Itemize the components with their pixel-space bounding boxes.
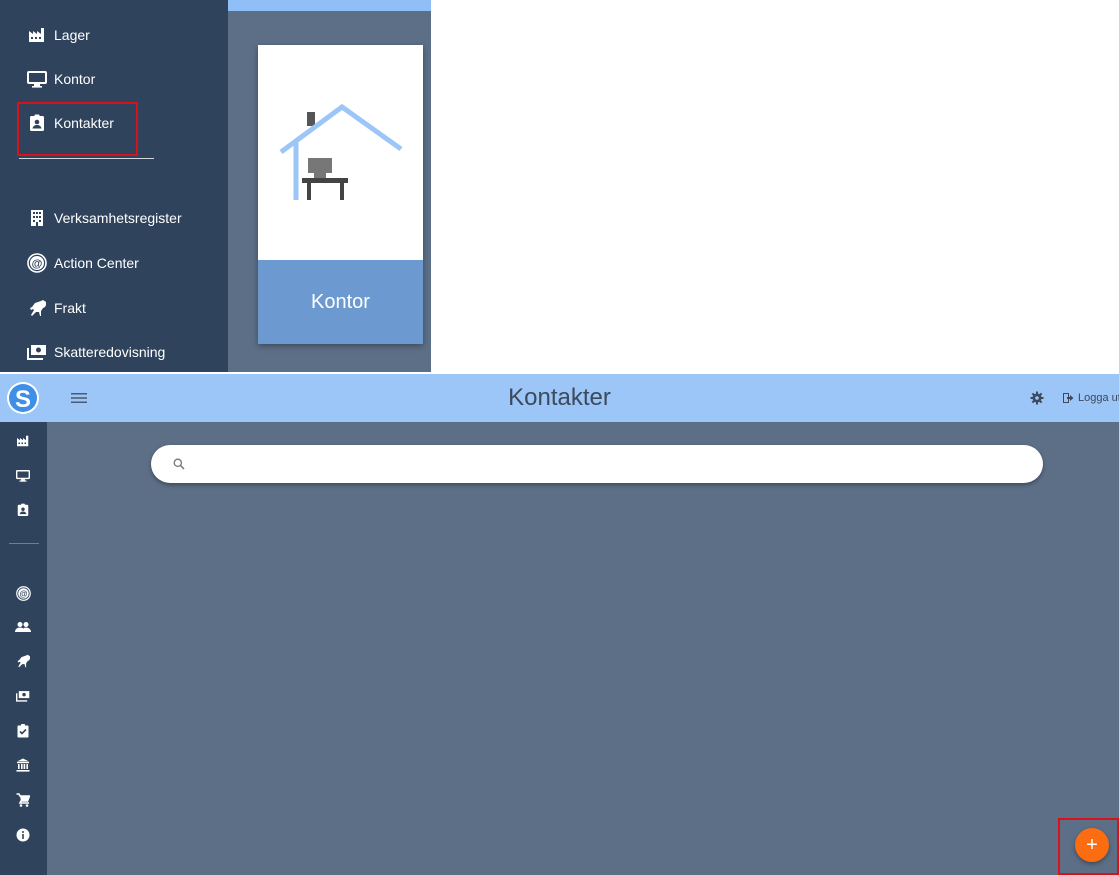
- collapsed-sidebar: @: [0, 422, 47, 875]
- logout-label: Logga ut: [1078, 392, 1119, 404]
- highlight-box-kontakter: [17, 102, 138, 156]
- nav-item-kontor[interactable]: Kontor: [26, 64, 95, 94]
- kontor-card[interactable]: Kontor: [258, 45, 423, 344]
- monitor-icon: [26, 68, 48, 90]
- kontor-card-label: Kontor: [258, 260, 423, 344]
- app-logo[interactable]: S: [6, 381, 40, 415]
- gear-icon[interactable]: [1030, 391, 1044, 405]
- search-input[interactable]: [195, 448, 1043, 480]
- expanded-nav-inset: Lager Kontor Kontakter Verksamhetsregist…: [0, 0, 431, 372]
- add-contact-button[interactable]: +: [1075, 828, 1109, 862]
- contact-badge-icon[interactable]: [12, 499, 34, 521]
- cart-icon[interactable]: [12, 789, 34, 811]
- logout-link[interactable]: Logga ut: [1063, 390, 1119, 406]
- monitor-icon[interactable]: [12, 465, 34, 487]
- building-icon: [26, 207, 48, 229]
- house-office-illustration: [258, 45, 423, 260]
- search-icon: [173, 458, 185, 470]
- nav-item-label: Verksamhetsregister: [54, 210, 182, 226]
- horse-icon[interactable]: [12, 650, 34, 672]
- nav-item-skatteredovisning[interactable]: Skatteredovisning: [26, 337, 165, 367]
- nav-item-label: Skatteredovisning: [54, 344, 166, 360]
- nav-item-action-center[interactable]: @ Action Center: [26, 248, 139, 278]
- expanded-sidebar: Lager Kontor Kontakter Verksamhetsregist…: [0, 0, 228, 372]
- nav-item-verksamhetsregister[interactable]: Verksamhetsregister: [26, 203, 182, 233]
- svg-text:@: @: [32, 258, 43, 270]
- page-title: Kontakter: [508, 384, 611, 411]
- nav-item-label: Action Center: [54, 255, 139, 271]
- nav-divider: [19, 158, 154, 159]
- money-icon: [26, 341, 48, 363]
- warehouse-icon: [26, 24, 48, 46]
- group-icon[interactable]: [12, 616, 34, 638]
- info-icon[interactable]: [12, 824, 34, 846]
- bank-icon[interactable]: [12, 754, 34, 776]
- nav-item-label: Frakt: [54, 300, 86, 316]
- warehouse-icon[interactable]: [12, 430, 34, 452]
- nav-item-lager[interactable]: Lager: [26, 20, 90, 50]
- hamburger-icon[interactable]: [68, 386, 90, 410]
- app-header: S Kontakter Logga ut: [0, 374, 1119, 422]
- nav-item-frakt[interactable]: Frakt: [26, 293, 86, 323]
- logout-icon: [1063, 393, 1074, 403]
- rail-divider: [9, 543, 39, 544]
- nav-item-label: Kontor: [54, 71, 96, 87]
- svg-text:S: S: [15, 386, 31, 413]
- at-sign-icon[interactable]: @: [12, 582, 34, 604]
- clipboard-check-icon[interactable]: [12, 720, 34, 742]
- money-icon[interactable]: [12, 685, 34, 707]
- nav-item-label: Lager: [54, 27, 90, 43]
- app-window: S Kontakter Logga ut @ +: [0, 374, 1119, 875]
- svg-text:@: @: [19, 589, 27, 598]
- horse-icon: [26, 297, 48, 319]
- search-bar[interactable]: [151, 445, 1043, 483]
- at-sign-icon: @: [26, 252, 48, 274]
